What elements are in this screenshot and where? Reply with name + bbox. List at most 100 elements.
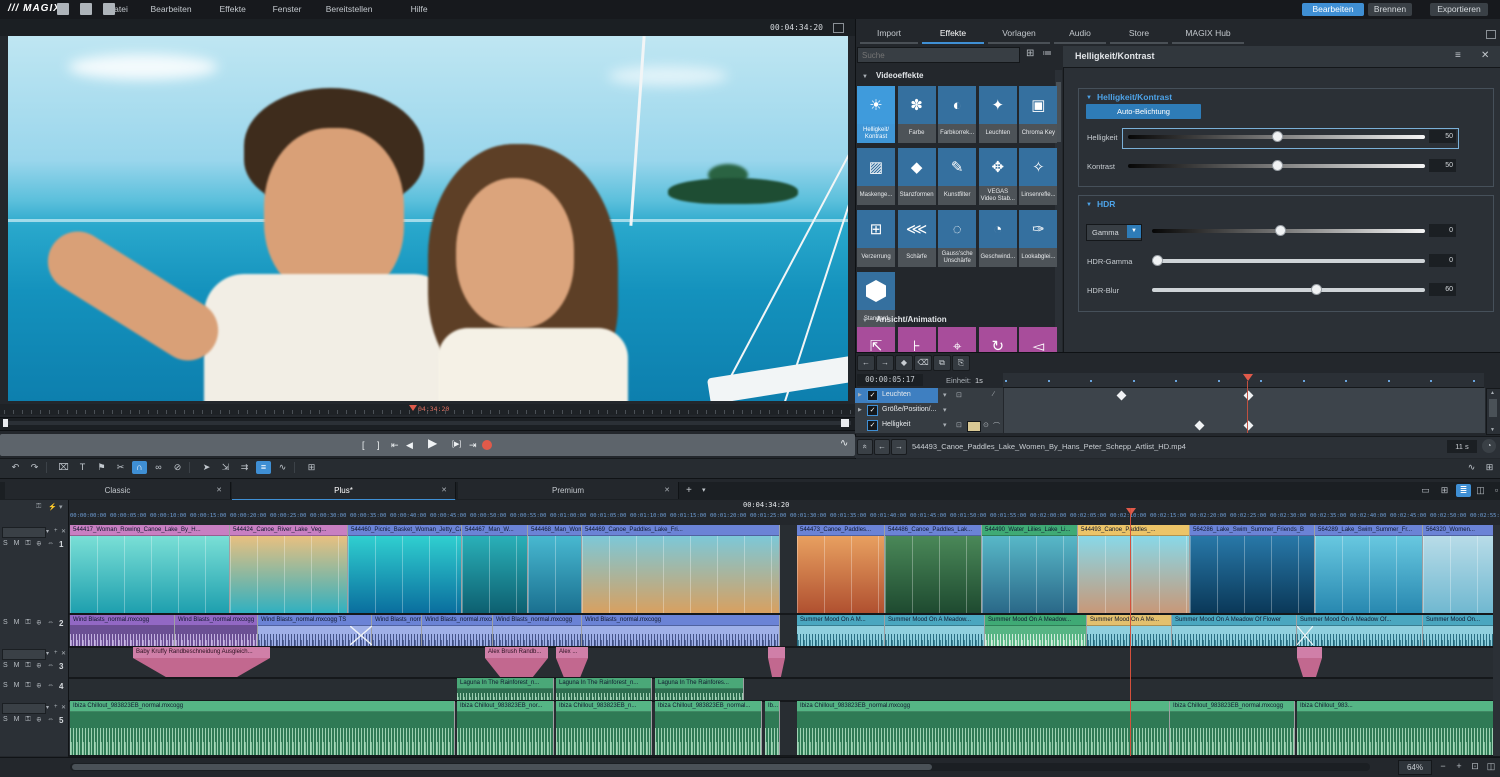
hdr-blur-slider-track[interactable] — [1152, 288, 1425, 292]
video-clip[interactable]: 544417_Woman_Rowing_Canoe_Lake_By_H... — [70, 525, 230, 613]
tab-store[interactable]: Store — [1110, 28, 1168, 44]
record-button[interactable] — [482, 440, 492, 450]
snap-magnet-icon[interactable]: ∩ — [132, 461, 147, 474]
menu-item-bearbeiten[interactable]: Bearbeiten — [151, 4, 192, 14]
grid-view-icon[interactable]: ⊞ — [1437, 484, 1452, 497]
row-control-icon[interactable]: ▾ — [943, 391, 947, 399]
mouse-mode-track-icon[interactable]: ⇉ — [237, 461, 252, 474]
curve-icon[interactable]: ∕ — [993, 391, 994, 398]
track-name-box[interactable] — [2, 527, 46, 538]
track-add-icon[interactable]: + — [54, 650, 58, 656]
curve-tool-icon[interactable]: ∿ — [275, 461, 290, 474]
razor-icon[interactable]: ✂ — [113, 461, 128, 474]
tab-vorlagen[interactable]: Vorlagen — [988, 28, 1050, 44]
crossfade-marker[interactable] — [1297, 626, 1313, 645]
zoom-object-icon[interactable]: ⊞ — [304, 461, 319, 474]
save-icon[interactable] — [103, 3, 115, 15]
row-checkbox[interactable]: ✓ — [867, 390, 878, 401]
undo-icon[interactable]: ↶ — [8, 461, 23, 474]
track-menu-icon[interactable]: ▾ — [46, 704, 49, 711]
video-clip[interactable]: 544467_Man_W... — [462, 525, 528, 613]
preview-playhead-marker[interactable] — [409, 405, 417, 411]
new-file-icon[interactable] — [57, 3, 69, 15]
audio-clip[interactable]: Ibiza Chillout_983... — [1297, 701, 1500, 755]
keyframe-lane[interactable] — [1003, 388, 1485, 403]
previous-object-button[interactable]: ← — [874, 439, 890, 455]
keyframe-scrollbar[interactable]: ▲▼ — [1486, 388, 1500, 435]
jump-to-start-button[interactable]: ⇤ — [391, 438, 399, 452]
perspective-tile[interactable]: ◅ — [1019, 327, 1057, 352]
menu-item-hilfe[interactable]: Hilfe — [411, 4, 428, 14]
timeline-hscrollbar-thumb[interactable] — [72, 764, 932, 770]
rotation-tile[interactable]: ↻ — [979, 327, 1017, 352]
expand-arrow-icon[interactable]: ▶ — [858, 407, 862, 413]
tab-menu-icon[interactable]: ▾ — [702, 486, 706, 494]
track-close-icon[interactable]: ✕ — [61, 528, 66, 535]
paste-keyframe-button[interactable]: ⎘ — [952, 355, 970, 371]
row-control-icon[interactable]: ▾ — [943, 421, 947, 429]
hdr-blur-value[interactable]: 60 — [1429, 283, 1456, 296]
track-name-box[interactable] — [2, 649, 46, 660]
monitor-detach-icon[interactable] — [833, 23, 844, 33]
helligkeit-slider-handle[interactable] — [1272, 131, 1283, 142]
previous-frame-button[interactable]: ◀ — [406, 438, 413, 452]
group-icon[interactable]: ∞ — [151, 461, 166, 474]
audio-clip[interactable]: Summer Mood On A Meadow Of... — [1297, 615, 1423, 646]
add-keyframe-button[interactable]: ◆ — [895, 355, 913, 371]
audio-clip[interactable]: Wind Blasts_normal.mxcogg — [422, 615, 493, 646]
gamma-dropdown-arrow-icon[interactable]: ▼ — [1127, 225, 1141, 238]
marker-icon[interactable]: ⚑ — [94, 461, 109, 474]
track-menu-icon[interactable]: ▾ — [46, 528, 49, 535]
audio-clip[interactable]: Laguna In The Rainforest_n... — [457, 678, 554, 700]
jump-to-end-button[interactable]: ⇥ — [469, 438, 477, 452]
monitor-view-icon[interactable]: ▭ — [1418, 484, 1433, 497]
title-clip[interactable] — [768, 647, 785, 677]
mouse-mode-single-icon[interactable]: ➤ — [199, 461, 214, 474]
hdr-blur-slider-handle[interactable] — [1311, 284, 1322, 295]
previous-keyframe-button[interactable]: ← — [857, 355, 875, 371]
position-size-tile[interactable]: ⇱ — [857, 327, 895, 352]
title-clip[interactable]: Alex ... — [556, 647, 588, 677]
keyframe-diamond[interactable] — [1195, 421, 1205, 431]
video-clip[interactable]: 544424_Canoe_River_Lake_Veg... — [230, 525, 348, 613]
gamma-slider-track[interactable] — [1152, 229, 1425, 233]
play-range-button[interactable]: [▶] — [452, 438, 461, 452]
gamma-value[interactable]: 0 — [1429, 224, 1456, 237]
audio-meter-icon[interactable]: ∿ — [840, 438, 848, 449]
section-tile[interactable]: ⊦ — [898, 327, 936, 352]
tab-import[interactable]: Import — [860, 28, 918, 44]
tab-close-icon[interactable]: ✕ — [664, 486, 670, 494]
timeline-vscrollbar[interactable] — [1493, 525, 1500, 756]
row-checkbox[interactable]: ✓ — [867, 420, 878, 431]
delete-icon[interactable]: ⌧ — [56, 461, 71, 474]
video-clip[interactable]: 544469_Canoe_Paddles_Lake_Fri... — [582, 525, 780, 613]
gamma-dropdown[interactable]: Gamma ▼ — [1086, 224, 1142, 241]
video-preview[interactable] — [8, 36, 848, 401]
tab-close-icon[interactable]: ✕ — [441, 486, 447, 494]
audio-clip[interactable]: Wind Blasts_norm... — [372, 615, 422, 646]
zoom-fit-icon[interactable]: ⊡ — [1468, 760, 1482, 773]
audio-clip[interactable]: Wind Blasts_normal.mxcogg — [175, 615, 258, 646]
audio-clip[interactable]: Ib... — [765, 701, 780, 755]
list-view-icon[interactable]: ≔ — [1042, 48, 1052, 59]
track-buttons[interactable]: S M ⚿ ⊕ ⇔ — [3, 716, 56, 724]
effect-tile-kunstfilter[interactable]: ✎Kunstfilter — [938, 148, 976, 205]
effect-tile-lookabglei...[interactable]: ✑Lookabglei... — [1019, 210, 1057, 267]
mixer-icon[interactable]: ⊞ — [1482, 461, 1497, 474]
audio-clip[interactable]: Ibiza Chillout_983823EB_normal.mxcogg — [1170, 701, 1295, 755]
effect-tile-schärfe[interactable]: ⋘Schärfe — [898, 210, 936, 267]
track-close-icon[interactable]: ✕ — [61, 704, 66, 711]
effect-tile-geschwind...[interactable]: ◔Geschwind... — [979, 210, 1017, 267]
keyframe-row-greposition[interactable]: ▶✓Größe/Position/...▾ — [855, 403, 1484, 419]
row-control-icon[interactable]: ▾ — [943, 406, 947, 414]
keyframe-diamond[interactable] — [1117, 391, 1127, 401]
tab-magix-hub[interactable]: MAGIX Hub — [1172, 28, 1244, 44]
hdr-gamma-slider-track[interactable] — [1152, 259, 1425, 263]
keyframe-lane[interactable] — [1003, 418, 1485, 433]
effect-tile-verzerrung[interactable]: ⊞Verzerrung — [857, 210, 895, 267]
grid-view-icon[interactable]: ⊞ — [1026, 48, 1034, 59]
effect-tile-vegas[interactable]: ✥VEGAS Video Stab... — [979, 148, 1017, 205]
range-start-button[interactable]: [ — [362, 438, 365, 452]
track-add-icon[interactable]: + — [54, 528, 58, 534]
ungroup-icon[interactable]: ⊘ — [170, 461, 185, 474]
